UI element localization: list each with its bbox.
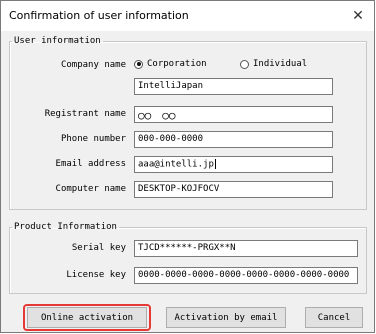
email-address-value: aaa@intelli.jp — [138, 159, 214, 170]
company-name-field[interactable]: IntelliJapan — [134, 78, 333, 95]
title-bar: Confirmation of user information ✕ — [1, 1, 374, 31]
registrant-name-label: Registrant name — [44, 109, 126, 119]
license-key-label: License key — [66, 270, 126, 280]
cancel-button[interactable]: Cancel — [305, 307, 363, 328]
serial-key-field[interactable]: TJCD******-PRGX**N — [134, 240, 358, 257]
text-caret — [214, 159, 216, 169]
email-address-field[interactable]: aaa@intelli.jp — [134, 156, 333, 173]
close-button[interactable]: ✕ — [348, 6, 368, 26]
radio-individual-label: Individual — [253, 59, 308, 69]
window-title: Confirmation of user information — [9, 9, 189, 22]
radio-individual-circle[interactable] — [240, 59, 249, 69]
license-key-field[interactable]: 0000-0000-0000-0000-0000-0000-0000-0000 — [134, 267, 358, 284]
product-information-legend: Product Information — [14, 222, 117, 232]
email-address-label: Email address — [55, 159, 126, 169]
company-name-label: Company name — [60, 60, 126, 70]
radio-individual[interactable]: Individual — [240, 59, 307, 69]
computer-name-label: Computer name — [55, 184, 126, 194]
phone-number-field[interactable]: 000-000-0000 — [134, 131, 333, 148]
serial-key-label: Serial key — [71, 243, 126, 253]
registrant-name-field[interactable]: ○○ ○○ — [134, 106, 333, 123]
online-activation-button[interactable]: Online activation — [27, 307, 147, 328]
radio-corporation[interactable]: Corporation — [134, 59, 207, 69]
radio-corporation-label: Corporation — [147, 59, 207, 69]
dialog-window: Confirmation of user information ✕ User … — [0, 0, 375, 333]
phone-number-label: Phone number — [60, 134, 126, 144]
computer-name-field[interactable]: DESKTOP-KOJFOCV — [134, 181, 333, 198]
radio-corporation-circle[interactable] — [134, 59, 143, 69]
user-information-legend: User information — [14, 36, 101, 46]
activation-by-email-button[interactable]: Activation by email — [166, 307, 286, 328]
